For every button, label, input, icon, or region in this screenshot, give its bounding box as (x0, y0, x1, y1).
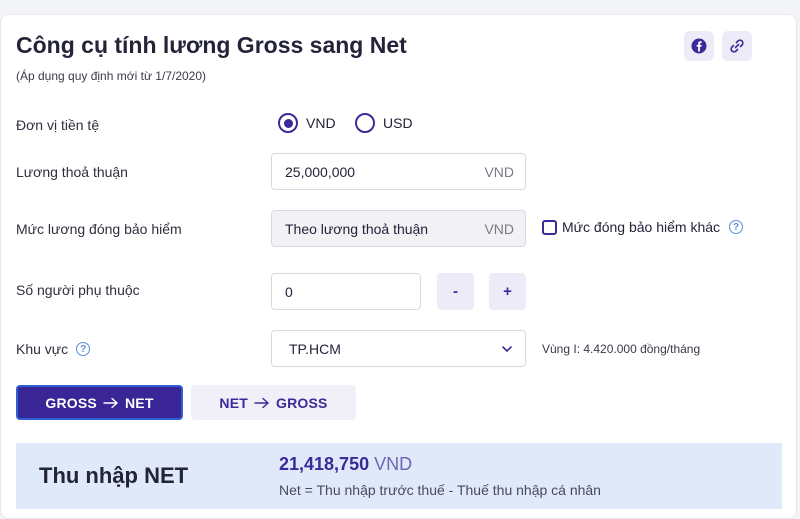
dependents-input[interactable]: 0 (271, 273, 421, 310)
insurance-unit: VND (484, 220, 514, 237)
chevron-down-icon (502, 345, 512, 352)
region-note: Vùng I: 4.420.000 đồng/tháng (542, 342, 701, 356)
dependents-plus-button[interactable]: + (489, 273, 526, 310)
radio-vnd[interactable] (278, 113, 298, 133)
result-formula: Net = Thu nhập trước thuế - Thuế thu nhậ… (279, 482, 601, 498)
radio-usd[interactable] (355, 113, 375, 133)
result-unit: VND (374, 454, 413, 474)
salary-input[interactable]: 25,000,000 VND (271, 153, 526, 190)
tab-gross-to-net-to: NET (124, 394, 154, 411)
dependents-label: Số người phụ thuộc (16, 282, 140, 298)
insurance-value: Theo lương thoả thuận (285, 220, 429, 237)
page-title: Công cụ tính lương Gross sang Net (16, 32, 407, 58)
result-label: Thu nhập NET (39, 463, 189, 488)
dependents-value: 0 (285, 283, 293, 300)
facebook-share-button[interactable] (684, 31, 714, 61)
currency-label: Đơn vị tiền tệ (16, 117, 100, 133)
tab-net-to-gross[interactable]: NET GROSS (191, 385, 356, 420)
copy-link-button[interactable] (722, 31, 752, 61)
other-insurance-option[interactable]: Mức đóng bảo hiểm khác ? (542, 219, 744, 235)
salary-unit: VND (484, 163, 514, 180)
link-icon (730, 39, 744, 53)
result-value-wrap: 21,418,750 VND (279, 454, 412, 475)
tab-gross-to-net[interactable]: GROSS NET (16, 385, 183, 420)
currency-option-usd[interactable]: USD (355, 113, 413, 133)
radio-vnd-label: VND (306, 115, 336, 131)
other-insurance-checkbox[interactable] (542, 219, 557, 235)
dependents-minus-button[interactable]: - (437, 273, 474, 310)
region-selected: TP.HCM (289, 340, 341, 357)
insurance-input: Theo lương thoả thuận VND (271, 210, 526, 247)
insurance-label: Mức lương đóng bảo hiểm (16, 221, 182, 237)
region-select[interactable]: TP.HCM (271, 330, 526, 367)
result-panel: Thu nhập NET 21,418,750 VND Net = Thu nhậ… (16, 443, 782, 509)
region-label: Khu vực (16, 341, 69, 357)
tab-gross-to-net-from: GROSS (45, 394, 97, 411)
salary-label: Lương thoả thuận (16, 164, 128, 180)
tab-net-to-gross-from: NET (219, 394, 249, 411)
arrow-right-icon (254, 397, 269, 408)
salary-value: 25,000,000 (285, 163, 356, 180)
facebook-icon (691, 38, 707, 54)
radio-usd-label: USD (383, 115, 413, 131)
result-value: 21,418,750 (279, 454, 370, 474)
currency-option-vnd[interactable]: VND (278, 113, 336, 133)
tab-net-to-gross-to: GROSS (276, 394, 328, 411)
page-subtitle: (Áp dụng quy định mới từ 1/7/2020) (16, 69, 207, 83)
region-label-wrap: Khu vực ? (16, 341, 91, 357)
other-insurance-label: Mức đóng bảo hiểm khác (562, 219, 721, 235)
arrow-right-icon (103, 397, 118, 408)
region-help-icon[interactable]: ? (76, 342, 91, 356)
help-icon[interactable]: ? (729, 220, 744, 234)
